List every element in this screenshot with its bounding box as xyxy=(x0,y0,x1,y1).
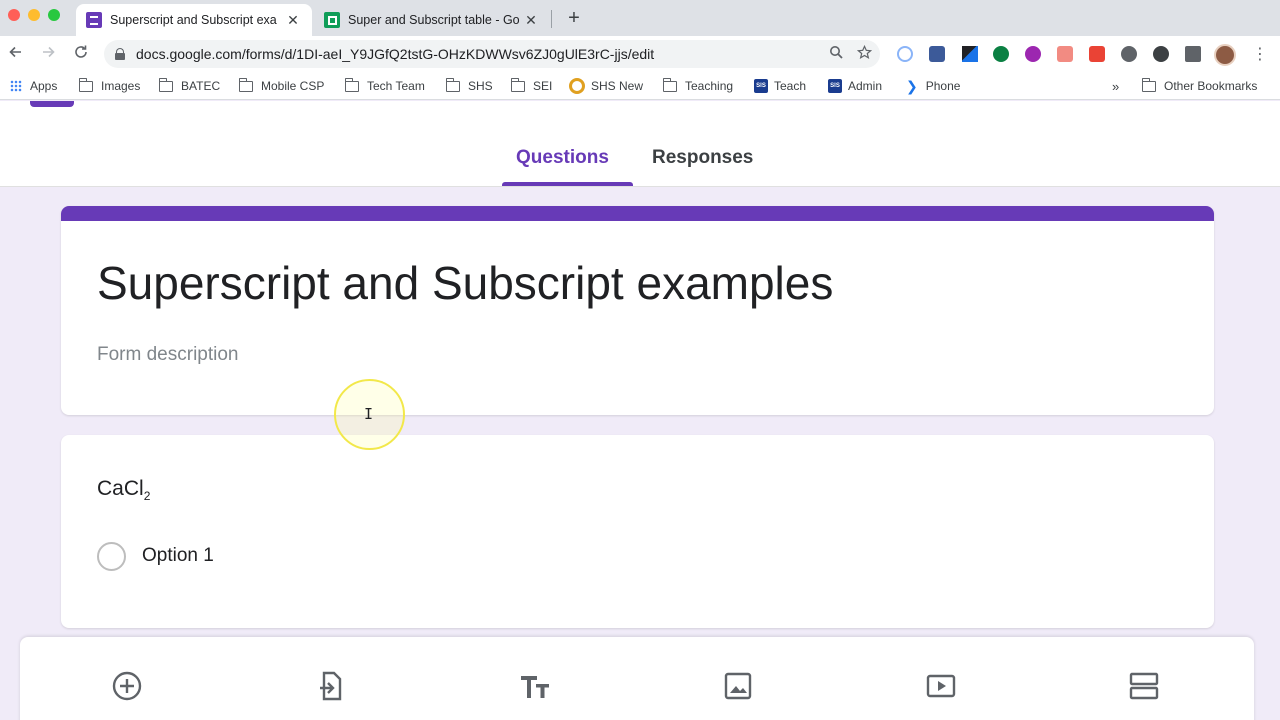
bookmark-mobile-csp[interactable]: Mobile CSP xyxy=(238,77,325,95)
form-title-card: Superscript and Subscript examples Form … xyxy=(61,206,1214,415)
bookmark-label: Other Bookmarks xyxy=(1164,79,1258,93)
add-question-icon[interactable] xyxy=(111,670,143,702)
address-bar[interactable]: docs.google.com/forms/d/1DI-aeI_Y9JGfQ2t… xyxy=(104,40,880,68)
sis-icon: SIS xyxy=(754,79,768,93)
bookmark-label: SHS New xyxy=(591,79,644,93)
forms-header: Questions Responses xyxy=(0,101,1280,187)
new-tab-button[interactable]: + xyxy=(562,6,586,30)
add-section-icon[interactable] xyxy=(1128,670,1160,702)
zoom-icon[interactable] xyxy=(829,45,843,63)
google-forms-icon xyxy=(86,12,102,28)
folder-icon xyxy=(238,77,253,92)
option-radio[interactable] xyxy=(97,542,126,571)
tab-subscript-table[interactable]: Super and Subscript table - Go ✕ xyxy=(314,4,550,36)
bookmark-phone[interactable]: ❯ Phone xyxy=(906,77,960,95)
question-text: CaCl xyxy=(97,477,144,500)
bookmark-label: SEI xyxy=(533,79,553,93)
bookmark-label: Teaching xyxy=(685,79,734,93)
folder-icon xyxy=(1141,77,1156,92)
add-image-icon[interactable] xyxy=(722,670,754,702)
bookmark-label: Apps xyxy=(30,79,58,93)
bookmark-other-bookmarks[interactable]: Other Bookmarks xyxy=(1141,77,1258,95)
tab-close-icon[interactable]: ✕ xyxy=(522,12,540,29)
bookmark-shs-new[interactable]: SHS New xyxy=(569,77,643,95)
bookmarks-overflow-button[interactable]: » xyxy=(1112,77,1119,95)
extensions-puzzle-icon[interactable] xyxy=(1185,46,1201,62)
bookmark-shs[interactable]: SHS xyxy=(445,77,493,95)
folder-icon xyxy=(158,77,173,92)
forward-icon[interactable] xyxy=(38,44,58,64)
header-accent xyxy=(30,101,74,107)
tab-responses[interactable]: Responses xyxy=(652,147,753,169)
window-minimize-button[interactable] xyxy=(28,9,40,21)
browser-toolbar: docs.google.com/forms/d/1DI-aeI_Y9JGfQ2t… xyxy=(0,36,1280,72)
bookmark-images[interactable]: Images xyxy=(78,77,141,95)
add-video-icon[interactable] xyxy=(925,670,957,702)
shs-logo-icon xyxy=(569,78,585,94)
bookmark-label: Images xyxy=(101,79,141,93)
google-sheets-icon xyxy=(324,12,340,28)
bookmark-batec[interactable]: BATEC xyxy=(158,77,221,95)
extension-icon[interactable] xyxy=(1089,46,1105,62)
extension-icon[interactable] xyxy=(1121,46,1137,62)
active-tab-indicator xyxy=(502,182,633,186)
bookmark-admin[interactable]: SIS Admin xyxy=(828,77,882,95)
tab-divider xyxy=(551,10,552,28)
bookmark-teaching[interactable]: Teaching xyxy=(662,77,734,95)
sis-icon: SIS xyxy=(828,79,842,93)
bookmark-teach[interactable]: SIS Teach xyxy=(754,77,806,95)
tab-questions[interactable]: Questions xyxy=(516,147,609,169)
question-toolbar xyxy=(20,637,1254,720)
extension-icon[interactable] xyxy=(1057,46,1073,62)
extension-icon[interactable] xyxy=(1025,46,1041,62)
window-maximize-button[interactable] xyxy=(48,9,60,21)
tab-title: Super and Subscript table - Go xyxy=(348,13,520,27)
bookmarks-bar: Apps Images BATEC Mobile CSP Tech Team S… xyxy=(0,72,1280,100)
question-subscript: 2 xyxy=(143,489,151,504)
extension-icon[interactable] xyxy=(1153,46,1169,62)
profile-avatar[interactable] xyxy=(1214,44,1236,66)
bookmark-star-icon[interactable] xyxy=(856,44,873,63)
folder-icon xyxy=(662,77,677,92)
bookmark-label: Admin xyxy=(848,79,883,93)
url-text: docs.google.com/forms/d/1DI-aeI_Y9JGfQ2t… xyxy=(136,46,655,62)
bookmark-apps[interactable]: Apps xyxy=(10,77,57,95)
window-close-button[interactable] xyxy=(8,9,20,21)
extension-icon[interactable] xyxy=(962,46,978,62)
more-options-icon[interactable]: ⋮ xyxy=(1252,44,1268,64)
question-title[interactable]: CaCl2 xyxy=(97,477,150,503)
apps-grid-icon xyxy=(10,80,22,92)
tab-superscript-form[interactable]: Superscript and Subscript exa ✕ xyxy=(76,4,312,36)
bookmark-sei[interactable]: SEI xyxy=(510,77,553,95)
browser-tab-strip: Superscript and Subscript exa ✕ Super an… xyxy=(0,0,1280,36)
folder-icon xyxy=(510,77,525,92)
option-label[interactable]: Option 1 xyxy=(142,545,214,567)
bookmark-label: BATEC xyxy=(181,79,221,93)
extension-icon[interactable] xyxy=(929,46,945,62)
title-card-accent xyxy=(61,206,1214,221)
text-cursor-icon: I xyxy=(364,405,374,423)
add-title-icon[interactable] xyxy=(519,670,551,702)
import-questions-icon[interactable] xyxy=(315,670,347,702)
bookmark-label: Teach xyxy=(774,79,807,93)
folder-icon xyxy=(78,77,93,92)
folder-icon xyxy=(445,77,460,92)
form-description-field[interactable]: Form description xyxy=(97,344,239,366)
folder-icon xyxy=(344,77,359,92)
question-card[interactable]: CaCl2 Option 1 xyxy=(61,435,1214,628)
form-title[interactable]: Superscript and Subscript examples xyxy=(97,256,833,310)
reload-icon[interactable] xyxy=(71,44,91,64)
back-icon[interactable] xyxy=(6,44,26,64)
chevron-icon: ❯ xyxy=(906,77,918,94)
extension-icon[interactable] xyxy=(897,46,913,62)
bookmark-tech-team[interactable]: Tech Team xyxy=(344,77,425,95)
bookmark-label: Mobile CSP xyxy=(261,79,325,93)
tab-close-icon[interactable]: ✕ xyxy=(284,12,302,29)
lock-icon xyxy=(114,48,126,60)
extension-icon[interactable] xyxy=(993,46,1009,62)
bookmark-label: Phone xyxy=(925,79,961,93)
tab-title: Superscript and Subscript exa xyxy=(110,13,277,27)
bookmark-label: Tech Team xyxy=(367,79,425,93)
bookmark-label: SHS xyxy=(468,79,493,93)
